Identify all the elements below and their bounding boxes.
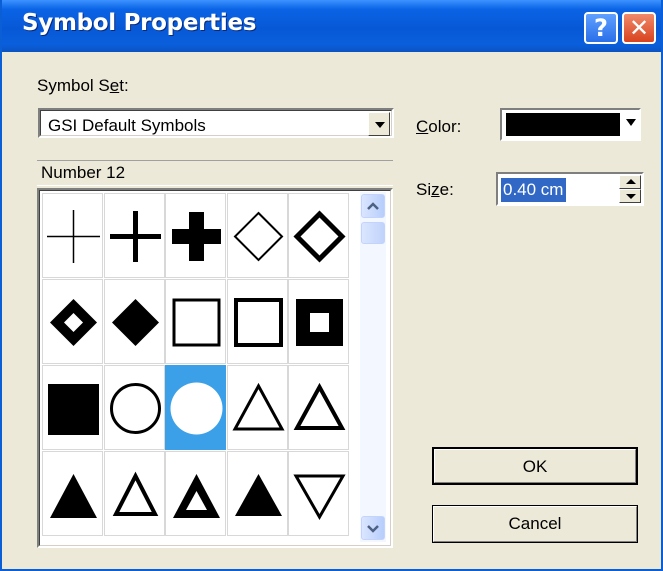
symbol-cell-circle-filled-selected[interactable] [165,365,226,450]
size-spin-buttons [619,175,641,203]
symbol-cell-triangle-in-triangle[interactable] [165,451,226,536]
symbol-set-value: GSI Default Symbols [48,116,206,135]
triangle-in-triangle-icon [173,474,220,518]
square-outline-medium-icon [233,298,283,347]
medium-cross-icon [109,211,161,262]
window-title: Symbol Properties [22,10,257,36]
selected-symbol-name: Number 12 [41,163,126,182]
scroll-down-icon [367,525,379,533]
symbol-cell-circle-outline[interactable] [103,365,165,450]
symbol-cell-square-in-square[interactable] [288,279,349,364]
triangle-outline-thin-icon [231,382,285,431]
symbol-set-dropdown-frame: GSI Default Symbols [40,110,392,136]
spin-down-button[interactable] [619,189,641,203]
title-bar[interactable]: Symbol Properties ? ✕ [2,0,661,52]
diamond-filled-icon [111,299,159,346]
symbol-cell-thin-cross[interactable] [42,193,103,278]
triangle-filled-icon [50,474,97,518]
diamond-in-diamond-icon [50,299,97,346]
size-spinbox[interactable]: 0.40 cm [496,172,644,206]
square-in-square-icon [296,299,343,346]
square-outline-thin-icon [172,298,221,347]
thick-cross-icon [172,212,221,261]
symbol-list-header: Number 12 [37,160,393,186]
square-filled-icon [48,384,99,435]
circle-outline-icon [109,383,161,434]
symbol-cell-thick-cross[interactable] [165,193,226,278]
symbol-cell-square-filled[interactable] [42,365,103,450]
arrow-down-icon [626,194,636,199]
symbol-cell-square-outline-thin[interactable] [165,279,226,364]
color-swatch [506,113,620,136]
cancel-button[interactable]: Cancel [432,505,638,543]
symbol-cell-diamond-outline-thick[interactable] [288,193,349,278]
symbol-set-dropdown[interactable]: GSI Default Symbols [38,108,394,138]
symbol-cell-diamond-in-diamond[interactable] [42,279,103,364]
dropdown-arrow-button[interactable] [368,112,390,136]
diamond-outline-thick-icon [293,210,346,263]
symbol-cell-diamond-filled[interactable] [103,279,165,364]
symbol-cell-triangle-outline-bold[interactable] [103,451,165,536]
circle-filled-selected-icon [170,382,223,435]
cancel-button-label: Cancel [508,514,562,533]
symbol-grid[interactable] [37,188,393,548]
symbol-cell-triangle-outline-medium[interactable] [288,365,349,450]
ok-button-label: OK [522,457,548,476]
question-mark-icon: ? [594,14,608,42]
triangle-filled-2-icon [234,474,282,516]
symbol-properties-dialog: Symbol Properties ? ✕ Symbol Set: GSI De… [0,0,663,571]
chevron-down-icon [626,119,636,126]
scroll-down-button[interactable] [361,516,385,540]
color-picker[interactable] [500,108,641,141]
triangle-down-outline-icon [293,474,346,521]
spin-up-button[interactable] [619,175,641,189]
vertical-scrollbar[interactable] [360,192,386,542]
symbol-cell-diamond-outline-thin[interactable] [226,193,288,278]
help-button[interactable]: ? [584,12,618,44]
arrow-up-icon [626,179,636,184]
color-label: Color: [416,117,462,136]
symbol-cell-medium-cross[interactable] [103,193,165,278]
close-button[interactable]: ✕ [622,12,656,44]
scroll-thumb[interactable] [361,222,385,244]
thin-cross-icon [47,210,100,263]
chevron-down-icon [375,122,385,128]
symbol-cell-triangle-filled[interactable] [42,451,103,536]
scroll-up-icon [367,202,379,210]
symbol-cell-square-outline-medium[interactable] [226,279,288,364]
symbol-cell-triangle-outline-thin[interactable] [226,365,288,450]
triangle-outline-medium-icon [293,382,346,430]
triangle-outline-bold-icon [112,471,158,516]
close-icon: ✕ [628,14,650,42]
symbol-cell-triangle-filled-2[interactable] [226,451,288,536]
symbol-cell-triangle-down-outline[interactable] [288,451,349,536]
symbol-set-label: Symbol Set: [37,76,129,95]
ok-button[interactable]: OK [432,447,638,485]
size-label: Size: [416,180,454,199]
scroll-up-button[interactable] [361,194,385,218]
diamond-outline-thin-icon [233,211,283,262]
size-input[interactable]: 0.40 cm [501,178,567,202]
